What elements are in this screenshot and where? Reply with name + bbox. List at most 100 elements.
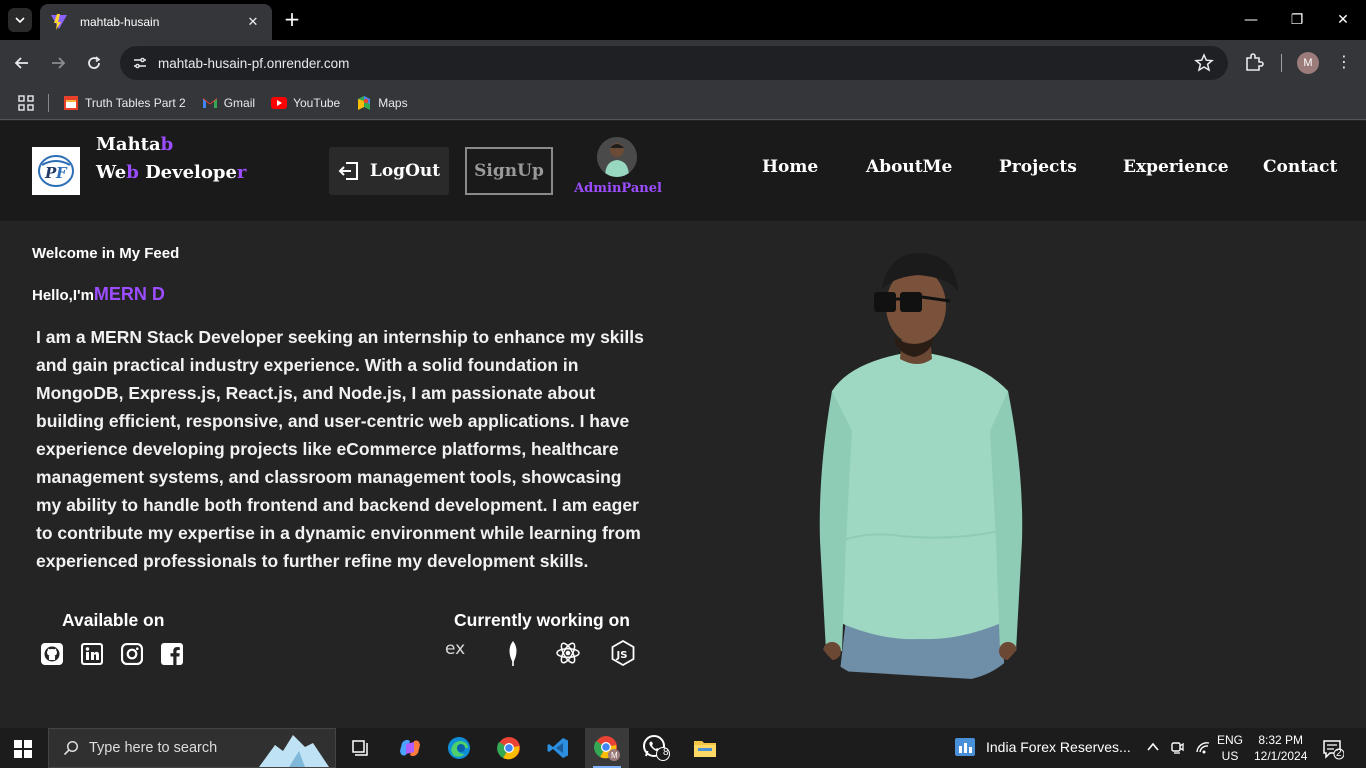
notification-center-button[interactable]: 2	[1322, 738, 1345, 760]
linkedin-icon[interactable]	[81, 643, 103, 665]
search-placeholder: Type here to search	[89, 740, 218, 756]
site-navbar: P F Mahtab Web Developer LogOut SignUp A…	[0, 121, 1366, 221]
brand-role-part: We	[96, 162, 127, 183]
whatsapp-button[interactable]: 8	[634, 728, 678, 768]
windows-taskbar: Type here to search M 8 India Forex Rese…	[0, 728, 1366, 768]
nav-experience[interactable]: Experience	[1123, 157, 1229, 177]
facebook-icon[interactable]	[161, 643, 183, 665]
meet-now-icon[interactable]	[1169, 740, 1185, 756]
brand-role-part: Develope	[138, 162, 237, 183]
language-code: ENG	[1217, 733, 1244, 747]
restore-button[interactable]: ❐	[1274, 8, 1320, 32]
bookmark-gmail[interactable]: Gmail	[202, 95, 255, 111]
instagram-icon[interactable]	[121, 643, 143, 665]
signup-button[interactable]: SignUp	[465, 147, 553, 195]
keyboard-region: US	[1221, 749, 1239, 763]
news-widget[interactable]: India Forex Reserves...	[955, 738, 1131, 756]
close-window-button[interactable]: ✕	[1320, 8, 1366, 32]
brand-name: Mahtab	[96, 131, 173, 159]
nav-home[interactable]: Home	[762, 157, 818, 177]
chrome-profile-button[interactable]: M	[585, 728, 629, 768]
file-explorer-button[interactable]	[683, 728, 727, 768]
admin-avatar[interactable]	[597, 137, 637, 177]
svg-text:F: F	[55, 164, 68, 182]
apps-grid-icon[interactable]	[18, 94, 34, 111]
nav-contact[interactable]: Contact	[1263, 157, 1337, 177]
tray-chevron-up-icon[interactable]	[1145, 740, 1161, 756]
portfolio-page: P F Mahtab Web Developer LogOut SignUp A…	[0, 121, 1366, 728]
express-icon: ex	[445, 639, 465, 659]
new-tab-button[interactable]: +	[282, 8, 302, 32]
tab-list-button[interactable]	[8, 8, 32, 32]
bookmark-label: YouTube	[293, 95, 341, 110]
browser-tab[interactable]: mahtab-husain ✕	[40, 4, 272, 40]
address-bar[interactable]: mahtab-husain-pf.onrender.com	[120, 46, 1228, 80]
whatsapp-badge: 8	[663, 747, 669, 758]
network-wifi-icon[interactable]	[1195, 740, 1211, 756]
task-view-button[interactable]	[338, 728, 382, 768]
folder-icon	[694, 741, 716, 757]
github-icon[interactable]	[41, 643, 63, 665]
nav-about-me[interactable]: AboutMe	[866, 157, 952, 177]
browser-menu-icon[interactable]: ⋮	[1334, 52, 1354, 74]
search-icon	[63, 740, 79, 756]
vscode-button[interactable]	[536, 728, 580, 768]
bookmark-star-icon[interactable]	[1194, 53, 1214, 73]
maps-icon	[356, 95, 372, 111]
bookmark-youtube[interactable]: YouTube	[271, 95, 340, 111]
stock-chart-icon	[955, 738, 975, 756]
bio-paragraph: I am a MERN Stack Developer seeking an i…	[36, 327, 644, 571]
tab-close-icon[interactable]: ✕	[244, 15, 262, 30]
currently-working-title: Currently working on	[454, 610, 630, 630]
news-text: India Forex Reserves...	[986, 739, 1131, 755]
hero-portrait-photo	[819, 253, 1023, 681]
site-info-icon[interactable]	[130, 53, 150, 73]
taskbar-clock[interactable]: 8:32 PM 12/1/2024	[1254, 732, 1307, 764]
reload-icon	[88, 56, 101, 69]
logout-button[interactable]: LogOut	[329, 147, 449, 195]
youtube-icon	[271, 95, 288, 111]
windows-start-icon[interactable]	[14, 740, 32, 758]
available-on-title: Available on	[62, 610, 165, 630]
site-logo[interactable]: P F	[32, 147, 80, 195]
nav-projects[interactable]: Projects	[999, 157, 1077, 177]
tab-title: mahtab-husain	[80, 15, 160, 29]
task-view-icon	[352, 740, 368, 756]
extensions-puzzle-icon[interactable]	[1243, 52, 1265, 74]
signup-label: SignUp	[474, 161, 544, 181]
welcome-text: Welcome in My Feed	[32, 245, 180, 262]
brand-role-accent: b	[126, 162, 139, 183]
edge-icon	[448, 737, 470, 759]
svg-text:JS: JS	[616, 650, 628, 661]
brand-name-main: Mahta	[96, 134, 161, 155]
edge-button[interactable]	[437, 728, 481, 768]
bookmarks-divider	[48, 93, 49, 112]
bookmark-maps[interactable]: Maps	[356, 95, 408, 111]
chrome-icon	[497, 737, 520, 760]
copilot-button[interactable]	[388, 728, 432, 768]
chevron-down-icon	[15, 17, 25, 24]
reload-button[interactable]	[82, 51, 106, 75]
admin-person-photo-icon	[597, 137, 637, 177]
language-indicator[interactable]: ENG US	[1217, 732, 1243, 764]
taskbar-search[interactable]: Type here to search	[48, 728, 336, 768]
brand-name-accent: b	[160, 134, 174, 155]
notification-count: 2	[1336, 748, 1342, 759]
back-button[interactable]	[10, 51, 34, 75]
search-highlight-iceberg-icon	[259, 735, 329, 767]
chrome-profile-icon: M	[594, 736, 620, 761]
gmail-icon	[202, 95, 218, 111]
profile-avatar[interactable]: M	[1297, 52, 1319, 74]
bookmark-truth-tables[interactable]: Truth Tables Part 2	[63, 95, 186, 111]
hello-prefix: Hello,I'm	[32, 287, 94, 304]
react-icon	[556, 642, 580, 664]
clock-date: 12/1/2024	[1254, 749, 1308, 763]
bookmarks-bar: Truth Tables Part 2 Gmail YouTube Maps	[0, 86, 1366, 120]
arrow-left-icon	[14, 57, 28, 69]
chrome-button[interactable]	[487, 728, 531, 768]
forward-button[interactable]	[46, 51, 70, 75]
minimize-button[interactable]: —	[1228, 8, 1274, 32]
clock-time: 8:32 PM	[1258, 733, 1304, 747]
admin-panel-link[interactable]: AdminPanel	[570, 181, 666, 196]
nodejs-icon: JS	[611, 639, 635, 667]
